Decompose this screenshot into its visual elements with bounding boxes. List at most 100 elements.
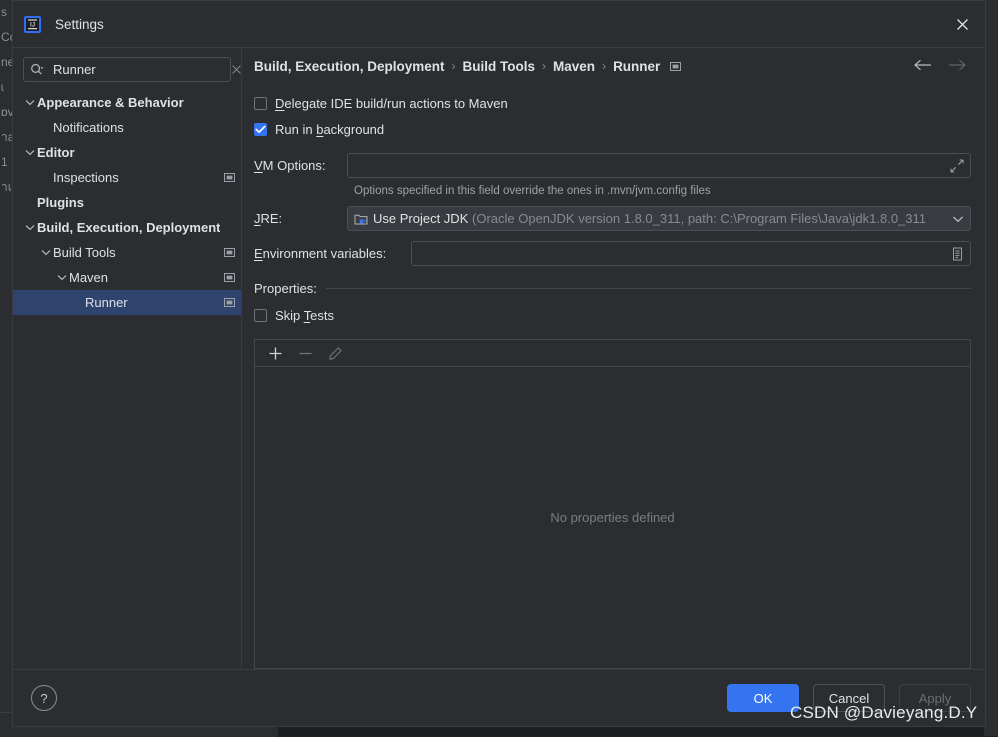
list-icon[interactable] [947,247,964,261]
environment-variables-field[interactable] [411,241,971,266]
settings-dialog: IJ Settings Runner Appearance & Behavior… [12,0,986,727]
jre-value-primary: Use Project JDK [373,211,469,226]
vm-options-row: VM Options: [254,152,971,179]
sidebar-item-runner[interactable]: Runner [13,290,241,315]
sidebar-item-label: Notifications [53,120,124,135]
run-background-row: Run in background [254,118,971,141]
dialog-body: Appearance & Behavior Notifications Editor… [13,48,985,669]
project-scope-icon [224,172,235,183]
properties-table[interactable]: No properties defined [254,366,971,669]
ide-background-text: sCcneɩɒvาa1าเ [1,5,12,194]
jre-value-secondary: (Oracle OpenJDK version 1.8.0_311, path:… [472,211,927,226]
sidebar-item-appearance-behavior[interactable]: Appearance & Behavior [13,90,241,115]
search-container [13,48,241,88]
properties-empty-text: No properties defined [550,510,675,525]
run-background-label: Run in background [275,122,385,137]
sidebar-item-label: Editor [37,145,75,160]
project-scope-icon [670,61,682,72]
sidebar-item-plugins[interactable]: Plugins [13,190,241,215]
sidebar-item-label: Runner [85,295,128,310]
settings-content: Build, Execution, Deployment › Build Tools… [241,48,985,669]
vm-options-hint: Options specified in this field override… [354,185,711,197]
search-box[interactable] [23,57,241,82]
question-mark-icon[interactable]: ? [31,685,57,711]
settings-sidebar: Appearance & Behavior Notifications Editor… [13,48,241,669]
arrow-right-icon [948,59,967,74]
intellij-logo-icon: IJ [24,15,41,33]
environment-variables-label: Environment variables: [254,246,387,261]
properties-section-label: Properties: [254,281,317,296]
sidebar-item-label: Build Tools [53,245,116,260]
run-background-checkbox[interactable] [254,123,267,136]
chevron-down-icon[interactable] [952,215,964,223]
sidebar-item-label: Build, Execution, Deployment [37,220,221,235]
chevron-down-icon[interactable] [23,215,37,240]
breadcrumb-separator: › [602,59,607,73]
breadcrumb-separator: › [542,59,547,73]
sidebar-item-label: Appearance & Behavior [37,95,184,110]
navigation-arrows [913,59,971,74]
sidebar-item-label: Inspections [53,170,119,185]
watermark: CSDN @Davieyang.D.Y [790,703,978,722]
section-divider [325,288,971,289]
sidebar-item-notifications[interactable]: Notifications [13,115,241,140]
jre-value: Use Project JDK (Oracle OpenJDK version … [373,211,948,226]
expand-icon[interactable] [946,158,964,173]
ide-background-right-band [984,0,998,736]
sidebar-item-maven[interactable]: Maven [13,265,241,290]
project-scope-icon [224,272,235,283]
breadcrumb-item[interactable]: Runner [613,59,660,74]
breadcrumb-item[interactable]: Build, Execution, Deployment [254,59,445,74]
chevron-down-icon[interactable] [23,90,37,115]
maven-runner-settings: Delegate IDE build/run actions to Maven … [242,84,985,669]
arrow-left-icon[interactable] [913,59,932,74]
breadcrumb-item[interactable]: Build Tools [463,59,536,74]
delegate-row: Delegate IDE build/run actions to Maven [254,92,971,115]
sidebar-item-label: Maven [69,270,109,285]
breadcrumb-separator: › [451,59,456,73]
minus-icon [293,342,317,364]
svg-text:IJ: IJ [30,21,35,28]
properties-toolbar [254,339,971,366]
chevron-down-icon[interactable] [39,240,53,265]
jre-combobox[interactable]: Use Project JDK (Oracle OpenJDK version … [347,206,971,231]
vm-options-field[interactable] [347,153,971,178]
vm-options-input[interactable] [356,157,946,174]
settings-tree: Appearance & Behavior Notifications Editor… [13,88,241,669]
sidebar-item-inspections[interactable]: Inspections [13,165,241,190]
plus-icon[interactable] [263,342,287,364]
breadcrumb-item[interactable]: Maven [553,59,595,74]
dialog-title: Settings [55,16,104,32]
delegate-checkbox[interactable] [254,97,267,110]
project-scope-icon [224,297,235,308]
sidebar-item-build-execution-deployment[interactable]: Build, Execution, Deployment [13,215,241,240]
skip-tests-checkbox[interactable] [254,309,267,322]
clear-icon[interactable] [231,64,242,75]
project-scope-icon [224,247,235,258]
properties-panel: No properties defined [254,339,971,669]
breadcrumb: Build, Execution, Deployment › Build Tools… [242,48,985,84]
sidebar-item-label: Plugins [37,195,84,210]
dialog-titlebar: IJ Settings [13,1,985,48]
vm-options-label: VM Options: [254,158,326,173]
properties-section-header: Properties: [254,281,971,296]
skip-tests-label: Skip Tests [275,308,335,323]
environment-variables-input[interactable] [420,245,947,262]
sidebar-item-editor[interactable]: Editor [13,140,241,165]
jre-label: JRE: [254,211,283,226]
search-input[interactable] [45,61,231,78]
skip-tests-row: Skip Tests [254,304,971,327]
jre-row: JRE: Use Project JDK (Oracle OpenJDK ver… [254,205,971,232]
ok-button[interactable]: OK [727,684,799,712]
close-icon[interactable] [945,7,979,41]
chevron-down-icon[interactable] [23,140,37,165]
chevron-down-icon[interactable] [55,265,69,290]
search-icon [30,63,45,76]
environment-variables-row: Environment variables: [254,240,971,267]
sidebar-item-build-tools[interactable]: Build Tools [13,240,241,265]
jdk-icon [354,212,368,226]
